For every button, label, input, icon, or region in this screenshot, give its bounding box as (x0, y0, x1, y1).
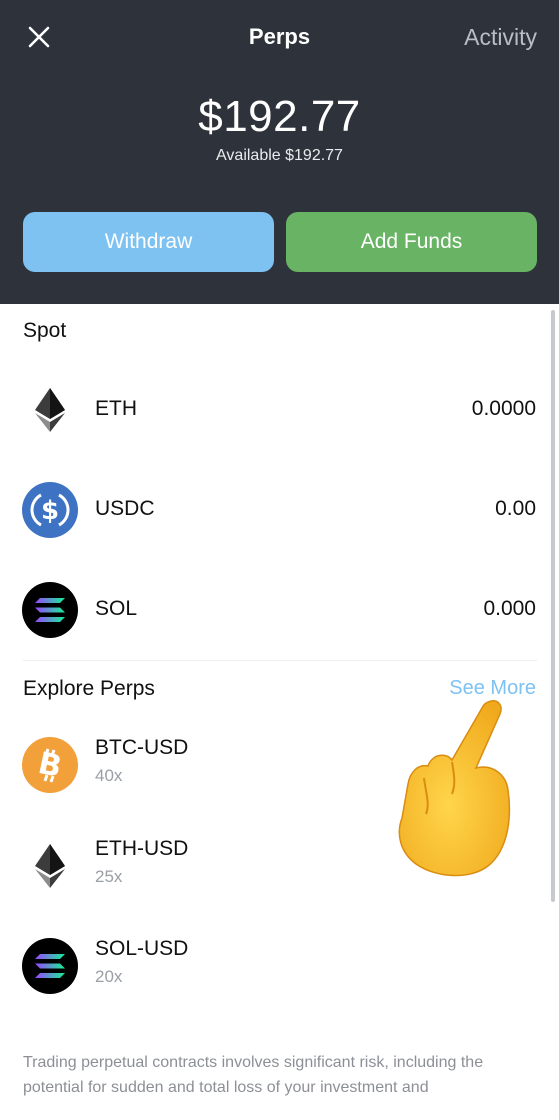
spot-balance: 0.0000 (471, 397, 536, 420)
section-divider (23, 660, 537, 661)
perps-screen: Perps Activity $192.77 Available $192.77… (0, 0, 559, 1120)
balance-amount: $192.77 (198, 92, 361, 141)
withdraw-button[interactable]: Withdraw (23, 212, 274, 272)
pointing-hand-icon (398, 700, 511, 877)
perp-pair: BTC-USD (95, 736, 189, 759)
perp-leverage: 25x (95, 867, 123, 886)
ethereum-icon (22, 382, 78, 438)
spot-balance: 0.00 (495, 497, 536, 520)
risk-disclaimer: Trading perpetual contracts involves sig… (23, 1054, 484, 1096)
spot-row-sol[interactable]: SOL 0.000 (0, 575, 559, 645)
perp-leverage: 40x (95, 766, 123, 785)
spot-section-title: Spot (23, 319, 67, 342)
spot-balance: 0.000 (483, 597, 536, 620)
available-balance: Available $192.77 (216, 147, 343, 164)
spot-symbol: SOL (95, 597, 138, 620)
spot-row-usdc[interactable]: $ USDC 0.00 (0, 475, 559, 545)
header: Perps Activity $192.77 Available $192.77… (0, 0, 559, 304)
ethereum-icon (22, 838, 78, 894)
usdc-icon: $ (22, 482, 78, 538)
bitcoin-icon: B (22, 737, 78, 793)
solana-icon (22, 582, 78, 638)
explore-section-title: Explore Perps (23, 677, 155, 700)
perp-leverage: 20x (95, 967, 123, 986)
spot-symbol: USDC (95, 497, 155, 520)
add-funds-button[interactable]: Add Funds (286, 212, 537, 272)
solana-icon (22, 938, 78, 994)
activity-link[interactable]: Activity (464, 24, 537, 51)
svg-text:$: $ (41, 496, 59, 526)
scrollbar[interactable] (551, 310, 555, 902)
spot-row-eth[interactable]: ETH 0.0000 (0, 375, 559, 445)
perp-row-sol[interactable]: SOL-USD 20x (0, 931, 559, 1001)
svg-text:B: B (35, 746, 65, 785)
spot-symbol: ETH (95, 397, 137, 420)
perp-pair: SOL-USD (95, 937, 189, 960)
perp-pair: ETH-USD (95, 837, 189, 860)
